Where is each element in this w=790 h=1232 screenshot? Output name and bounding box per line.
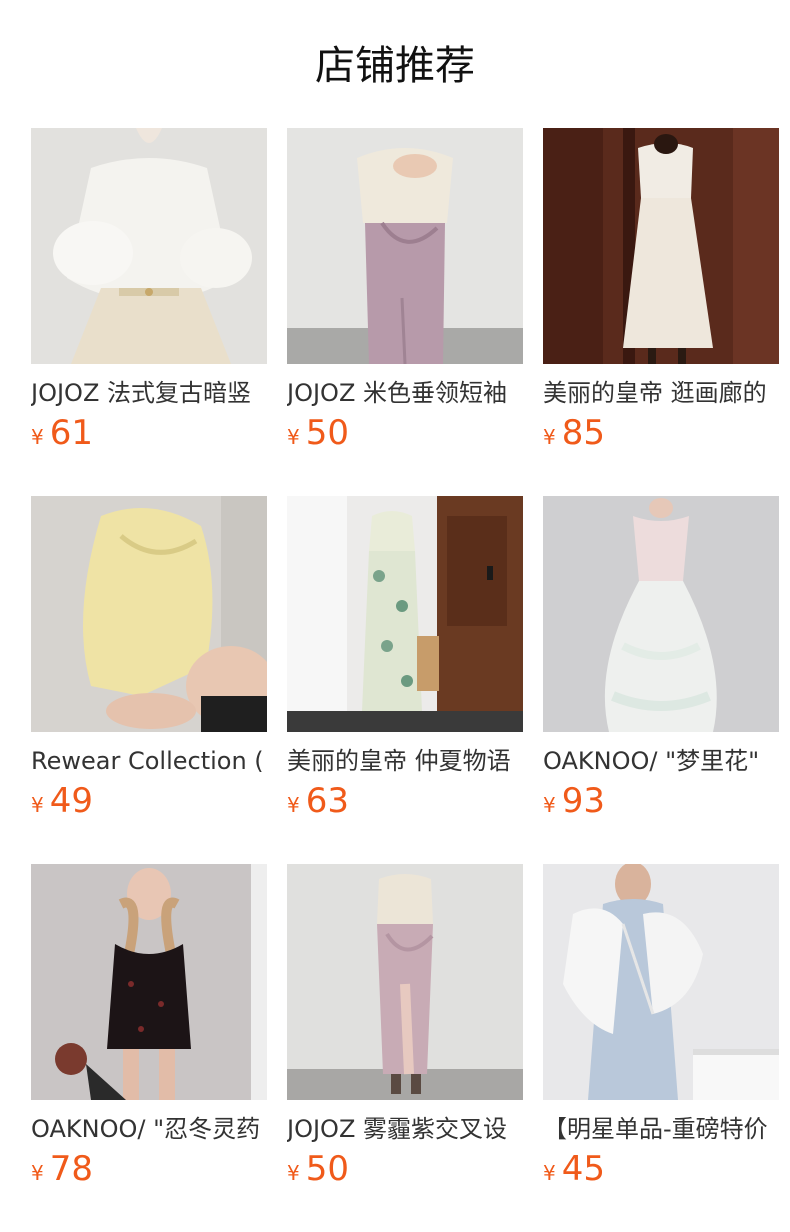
product-price: ¥78 <box>31 1149 267 1189</box>
product-price: ¥93 <box>543 781 779 821</box>
product-name: 美丽的皇帝 逛画廊的 <box>543 379 767 407</box>
currency-symbol: ¥ <box>31 793 44 817</box>
product-grid: JOJOZ 法式复古暗竖 ¥61 JOJOZ 米色垂领短袖 ¥50 美丽的皇帝 … <box>31 128 790 1192</box>
currency-symbol: ¥ <box>287 1161 300 1185</box>
product-price: ¥61 <box>31 413 267 453</box>
price-amount: 63 <box>305 781 349 821</box>
product-card[interactable]: 美丽的皇帝 仲夏物语 ¥63 <box>287 496 523 824</box>
product-image[interactable] <box>287 496 523 732</box>
product-image[interactable] <box>287 128 523 364</box>
product-photo <box>31 864 267 1100</box>
price-amount: 45 <box>561 1149 605 1189</box>
product-image[interactable] <box>543 128 779 364</box>
product-name: 【明星单品-重磅特价 <box>543 1115 768 1143</box>
currency-symbol: ¥ <box>543 425 556 449</box>
price-amount: 78 <box>49 1149 93 1189</box>
currency-symbol: ¥ <box>543 1161 556 1185</box>
price-amount: 61 <box>49 413 93 453</box>
product-card[interactable]: OAKNOO/ "忍冬灵药 ¥78 <box>31 864 267 1192</box>
product-name: JOJOZ 雾霾紫交叉设 <box>287 1115 508 1143</box>
product-card[interactable]: 【明星单品-重磅特价 ¥45 <box>543 864 779 1192</box>
price-amount: 50 <box>305 1149 349 1189</box>
price-amount: 50 <box>305 413 349 453</box>
price-amount: 49 <box>49 781 93 821</box>
product-price: ¥85 <box>543 413 779 453</box>
currency-symbol: ¥ <box>31 1161 44 1185</box>
product-price: ¥50 <box>287 413 523 453</box>
product-card[interactable]: JOJOZ 雾霾紫交叉设 ¥50 <box>287 864 523 1192</box>
price-amount: 93 <box>561 781 605 821</box>
product-card[interactable]: JOJOZ 米色垂领短袖 ¥50 <box>287 128 523 456</box>
product-photo <box>543 128 779 364</box>
product-price: ¥45 <box>543 1149 779 1189</box>
product-name: OAKNOO/ "梦里花" <box>543 747 760 775</box>
product-name: Rewear Collection ( <box>31 747 264 775</box>
product-photo <box>287 864 523 1100</box>
product-image[interactable] <box>31 864 267 1100</box>
product-card[interactable]: JOJOZ 法式复古暗竖 ¥61 <box>31 128 267 456</box>
product-photo <box>31 128 267 364</box>
currency-symbol: ¥ <box>31 425 44 449</box>
product-name: JOJOZ 法式复古暗竖 <box>31 379 252 407</box>
product-image[interactable] <box>543 864 779 1100</box>
product-photo <box>543 864 779 1100</box>
product-name: OAKNOO/ "忍冬灵药 <box>31 1115 261 1143</box>
product-price: ¥63 <box>287 781 523 821</box>
product-image[interactable] <box>31 496 267 732</box>
product-photo <box>31 496 267 732</box>
price-amount: 85 <box>561 413 605 453</box>
product-price: ¥49 <box>31 781 267 821</box>
product-price: ¥50 <box>287 1149 523 1189</box>
product-photo <box>543 496 779 732</box>
product-photo <box>287 496 523 732</box>
product-image[interactable] <box>31 128 267 364</box>
product-name: JOJOZ 米色垂领短袖 <box>287 379 508 407</box>
product-name: 美丽的皇帝 仲夏物语 <box>287 747 511 775</box>
currency-symbol: ¥ <box>287 425 300 449</box>
section-title: 店铺推荐 <box>315 43 475 89</box>
product-card[interactable]: OAKNOO/ "梦里花" ¥93 <box>543 496 779 824</box>
product-card[interactable]: 美丽的皇帝 逛画廊的 ¥85 <box>543 128 779 456</box>
product-image[interactable] <box>543 496 779 732</box>
currency-symbol: ¥ <box>287 793 300 817</box>
product-image[interactable] <box>287 864 523 1100</box>
currency-symbol: ¥ <box>543 793 556 817</box>
product-photo <box>287 128 523 364</box>
product-card[interactable]: Rewear Collection ( ¥49 <box>31 496 267 824</box>
